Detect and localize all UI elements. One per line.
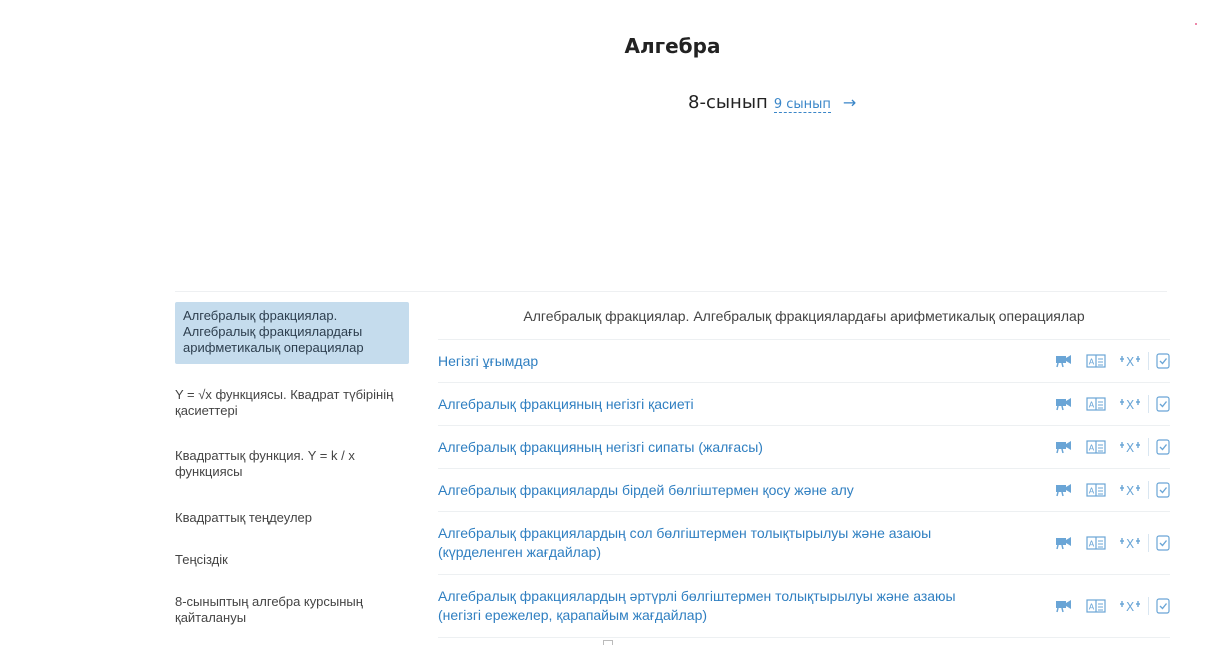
video-icon[interactable]	[1055, 397, 1073, 411]
svg-text:A: A	[1089, 401, 1095, 410]
svg-text:A: A	[1089, 444, 1095, 453]
video-icon[interactable]	[1055, 440, 1073, 454]
svg-text:A: A	[1089, 487, 1095, 496]
lesson-link[interactable]: Негізгі ұғымдар	[438, 352, 538, 371]
lesson-row: Алгебралық фракцияның негізгі сипаты (жа…	[438, 426, 1170, 469]
icon-separator	[1148, 395, 1149, 413]
lesson-link[interactable]: Алгебралық фракциялардың әртүрлі бөлгішт…	[438, 587, 958, 625]
trainer-icon[interactable]: X	[1119, 598, 1141, 614]
sidebar-item-quadratic-equations[interactable]: Квадраттық теңдеулер	[175, 482, 409, 526]
sidebar-item-inequalities[interactable]: Теңсіздік	[175, 526, 409, 568]
lesson-row: Алгебралық фракцияның негізгі қасиеті AX	[438, 383, 1170, 426]
video-icon[interactable]	[1055, 536, 1073, 550]
test-icon[interactable]	[1156, 439, 1170, 455]
next-grade-link[interactable]: 9 сынып	[773, 97, 831, 113]
lesson-list: Алгебралық фракциялар. Алгебралық фракци…	[438, 302, 1170, 638]
trainer-icon[interactable]: X	[1119, 396, 1141, 412]
test-icon[interactable]	[1156, 396, 1170, 412]
test-icon[interactable]	[1156, 353, 1170, 369]
current-grade: 8-сынып	[688, 92, 768, 113]
svg-text:X: X	[1126, 355, 1134, 369]
trainer-icon[interactable]: X	[1119, 353, 1141, 369]
lesson-actions: AX	[1055, 481, 1170, 499]
reading-icon[interactable]: A	[1086, 536, 1106, 550]
svg-text:A: A	[1089, 358, 1095, 367]
sidebar-item-sqrt-function[interactable]: Y = √x функциясы. Квадрат түбірінің қаси…	[175, 364, 409, 424]
lesson-link[interactable]: Алгебралық фракцияның негізгі сипаты (жа…	[438, 438, 763, 457]
lesson-actions: AX	[1055, 395, 1170, 413]
icon-separator	[1148, 352, 1149, 370]
lesson-actions: AX	[1055, 438, 1170, 456]
section-title: Алгебралық фракциялар. Алгебралық фракци…	[438, 302, 1170, 340]
svg-text:A: A	[1089, 603, 1095, 612]
lesson-link[interactable]: Алгебралық фракцияның негізгі қасиеті	[438, 395, 694, 414]
icon-separator	[1148, 534, 1149, 552]
svg-text:X: X	[1126, 398, 1134, 412]
svg-text:X: X	[1126, 484, 1134, 498]
divider	[175, 291, 1167, 292]
lesson-actions: AX	[1055, 597, 1170, 615]
test-icon[interactable]	[1156, 598, 1170, 614]
svg-text:X: X	[1126, 441, 1134, 455]
sidebar: Алгебралық фракциялар. Алгебралық фракци…	[175, 302, 409, 626]
reading-icon[interactable]: A	[1086, 599, 1106, 613]
icon-separator	[1148, 438, 1149, 456]
svg-text:A: A	[1089, 540, 1095, 549]
reading-icon[interactable]: A	[1086, 354, 1106, 368]
lesson-row: Алгебралық фракциялардың сол бөлгіштерме…	[438, 512, 1170, 575]
arrow-right-icon[interactable]: →	[843, 93, 856, 112]
lesson-actions: AX	[1055, 352, 1170, 370]
trainer-icon[interactable]: X	[1119, 439, 1141, 455]
page-title: Алгебра	[624, 34, 721, 58]
scroll-hint	[603, 640, 613, 645]
trainer-icon[interactable]: X	[1119, 535, 1141, 551]
video-icon[interactable]	[1055, 483, 1073, 497]
lesson-row: Алгебралық фракциялардың әртүрлі бөлгішт…	[438, 575, 1170, 638]
sidebar-item-algebraic-fractions[interactable]: Алгебралық фракциялар. Алгебралық фракци…	[175, 302, 409, 364]
lesson-row: Негізгі ұғымдар AX	[438, 340, 1170, 383]
icon-separator	[1148, 481, 1149, 499]
lesson-link[interactable]: Алгебралық фракцияларды бірдей бөлгіштер…	[438, 481, 854, 500]
trainer-icon[interactable]: X	[1119, 482, 1141, 498]
page: Алгебра 8-сынып 9 сынып → Алгебралық фра…	[0, 0, 1215, 645]
video-icon[interactable]	[1055, 354, 1073, 368]
decorative-dot	[1195, 23, 1197, 25]
reading-icon[interactable]: A	[1086, 440, 1106, 454]
test-icon[interactable]	[1156, 535, 1170, 551]
sidebar-item-review[interactable]: 8-сыныптың алгебра курсының қайталануы	[175, 568, 409, 626]
lesson-row: Алгебралық фракцияларды бірдей бөлгіштер…	[438, 469, 1170, 512]
video-icon[interactable]	[1055, 599, 1073, 613]
reading-icon[interactable]: A	[1086, 397, 1106, 411]
lesson-link[interactable]: Алгебралық фракциялардың сол бөлгіштерме…	[438, 524, 958, 562]
icon-separator	[1148, 597, 1149, 615]
grade-switcher: 8-сынып 9 сынып →	[688, 92, 856, 113]
lesson-actions: AX	[1055, 534, 1170, 552]
sidebar-item-quadratic-function[interactable]: Квадраттық функция. Y = k / x функциясы	[175, 424, 409, 482]
test-icon[interactable]	[1156, 482, 1170, 498]
reading-icon[interactable]: A	[1086, 483, 1106, 497]
svg-text:X: X	[1126, 537, 1134, 551]
svg-text:X: X	[1126, 600, 1134, 614]
